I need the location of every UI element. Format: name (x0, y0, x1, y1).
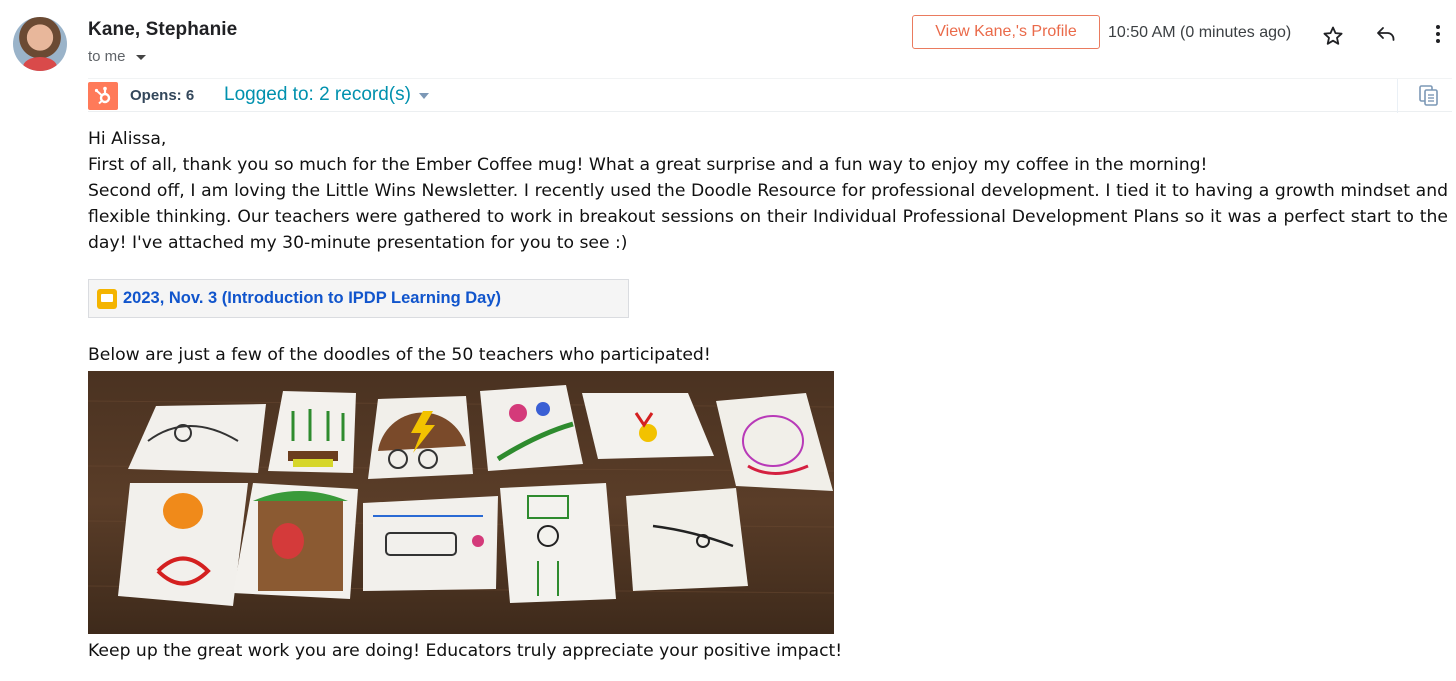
hubspot-sprocket-icon[interactable] (88, 82, 118, 110)
message-body: Hi Alissa, First of all, thank you so mu… (88, 126, 1448, 256)
google-slides-icon (97, 288, 117, 309)
copy-icon[interactable] (1418, 84, 1440, 108)
recipient-label: to me (88, 48, 126, 65)
opens-count: Opens: 6 (130, 87, 195, 104)
more-vert-icon[interactable] (1426, 22, 1450, 46)
reply-icon[interactable] (1374, 22, 1398, 46)
attachment-link[interactable]: 2023, Nov. 3 (Introduction to IPDP Learn… (123, 289, 501, 308)
recipient-details-toggle[interactable]: to me (88, 48, 146, 65)
logged-records-dropdown[interactable]: Logged to: 2 record(s) (224, 84, 429, 106)
message-timestamp: 10:50 AM (0 minutes ago) (1108, 24, 1292, 41)
star-icon[interactable] (1321, 24, 1345, 48)
sender-name[interactable]: Kane, Stephanie (88, 19, 237, 41)
paragraph-thanks: First of all, thank you so much for the … (88, 155, 1208, 175)
doodles-photo (88, 371, 834, 634)
divider (1397, 79, 1398, 113)
doodle-card (233, 483, 358, 599)
paragraph-newsletter: Second off, I am loving the Little Wins … (88, 181, 1448, 253)
doodle-card (118, 483, 248, 606)
doodle-card (363, 496, 498, 591)
slides-attachment-chip[interactable]: 2023, Nov. 3 (Introduction to IPDP Learn… (88, 279, 629, 318)
logged-records-label: Logged to: 2 record(s) (224, 84, 411, 105)
caret-down-icon[interactable] (135, 55, 146, 60)
doodle-card (500, 483, 616, 603)
view-profile-button[interactable]: View Kane,'s Profile (912, 15, 1100, 49)
caret-down-icon (418, 93, 429, 99)
hubspot-tracking-bar: Opens: 6 Logged to: 2 record(s) (88, 78, 1452, 113)
sender-avatar[interactable] (13, 17, 67, 71)
closing-line: Keep up the great work you are doing! Ed… (88, 641, 843, 661)
doodle-card (626, 488, 748, 591)
doodle-card (368, 396, 473, 479)
doodle-card (268, 391, 356, 473)
doodle-card (480, 385, 583, 471)
image-intro-text: Below are just a few of the doodles of t… (88, 345, 711, 365)
greeting: Hi Alissa, (88, 129, 167, 149)
